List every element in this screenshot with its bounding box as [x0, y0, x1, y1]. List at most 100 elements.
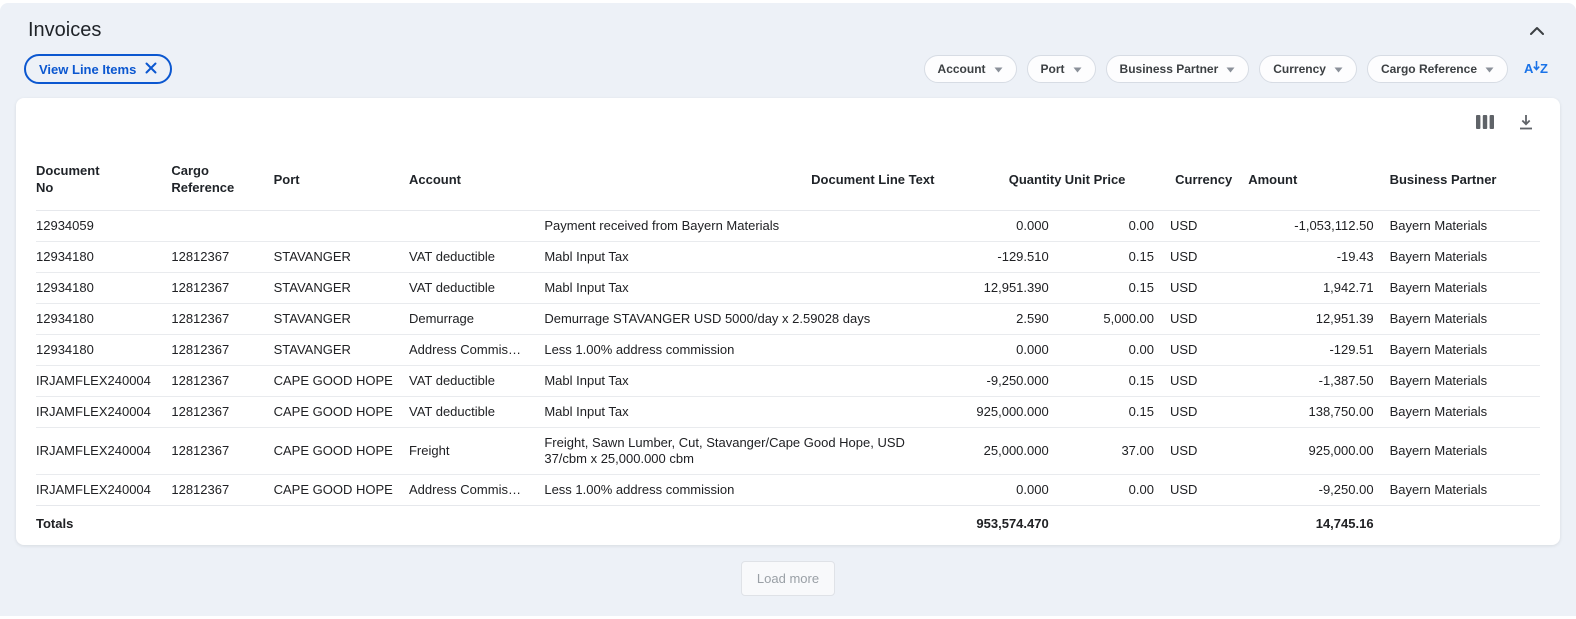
column-header: Unit Price — [1065, 148, 1170, 211]
cell-amount: -9,250.00 — [1248, 475, 1389, 506]
column-header-label: Currency — [1175, 172, 1232, 187]
cell-amount: 1,942.71 — [1248, 273, 1389, 304]
cell-amount: 138,750.00 — [1248, 397, 1389, 428]
svg-text:A: A — [1524, 61, 1534, 76]
page-title: Invoices — [28, 19, 101, 42]
cell-account: VAT deductible — [409, 397, 544, 428]
view-line-items-label: View Line Items — [39, 62, 136, 77]
cell-port: CAPE GOOD HOPE — [274, 366, 409, 397]
column-header: Port — [274, 148, 409, 211]
cell-business-partner: Bayern Materials — [1390, 366, 1540, 397]
column-header-label: Quantity — [1009, 171, 1049, 188]
column-header: Document Line Text — [544, 148, 950, 211]
column-header-label: Business Partner — [1390, 172, 1497, 187]
filter-chip-label: Cargo Reference — [1381, 62, 1477, 76]
cell-business-partner: Bayern Materials — [1390, 242, 1540, 273]
cell-business-partner: Bayern Materials — [1390, 428, 1540, 475]
table-row: IRJAMFLEX240004 12812367 CAPE GOOD HOPE … — [36, 428, 1540, 475]
cell-unit-price: 37.00 — [1065, 428, 1170, 475]
cell-document-line-text: Freight, Sawn Lumber, Cut, Stavanger/Cap… — [544, 428, 950, 475]
table-row: 12934180 12812367 STAVANGER Demurrage De… — [36, 304, 1540, 335]
cell-cargo-reference: 12812367 — [171, 335, 273, 366]
column-header: Business Partner — [1390, 148, 1540, 211]
invoices-panel: Invoices View Line Items Account — [0, 3, 1576, 616]
sort-button[interactable]: A Z — [1522, 56, 1552, 82]
cell-currency: USD — [1170, 397, 1248, 428]
cell-quantity: 2.590 — [950, 304, 1064, 335]
table-row: IRJAMFLEX240004 12812367 CAPE GOOD HOPE … — [36, 366, 1540, 397]
cell-business-partner: Bayern Materials — [1390, 335, 1540, 366]
load-more-button[interactable]: Load more — [741, 561, 835, 596]
column-header-label: Document No — [36, 162, 106, 196]
filter-chip-label: Business Partner — [1120, 62, 1219, 76]
column-header-label: Cargo Reference — [171, 163, 234, 195]
cell-port: CAPE GOOD HOPE — [274, 428, 409, 475]
cell-document-no: IRJAMFLEX240004 — [36, 366, 171, 397]
cell-cargo-reference: 12812367 — [171, 475, 273, 506]
filter-chip-label: Account — [938, 62, 986, 76]
cell-quantity: 0.000 — [950, 475, 1064, 506]
caret-down-icon — [1073, 62, 1082, 76]
column-header: Cargo Reference — [171, 148, 273, 211]
caret-down-icon — [1485, 62, 1494, 76]
column-header-label: Amount — [1248, 171, 1297, 188]
filter-chip[interactable]: Account — [924, 55, 1017, 83]
table-header: Document No Cargo Reference Port Account… — [36, 148, 1540, 211]
filter-chip[interactable]: Currency — [1259, 55, 1357, 83]
cell-unit-price: 0.15 — [1065, 273, 1170, 304]
cell-currency: USD — [1170, 335, 1248, 366]
table-footer: Totals 953,574.470 14,745.16 — [36, 506, 1540, 544]
cell-port: STAVANGER — [274, 304, 409, 335]
cell-document-line-text: Demurrage STAVANGER USD 5000/day x 2.590… — [544, 304, 950, 335]
cell-document-line-text: Mabl Input Tax — [544, 366, 950, 397]
cell-account: Demurrage — [409, 304, 544, 335]
cell-currency: USD — [1170, 242, 1248, 273]
cell-account — [409, 211, 544, 242]
sort-az-icon: A Z — [1524, 58, 1550, 80]
cell-port: CAPE GOOD HOPE — [274, 475, 409, 506]
download-button[interactable] — [1516, 112, 1536, 135]
cell-account: VAT deductible — [409, 273, 544, 304]
cell-account: Address Commis… — [409, 335, 544, 366]
view-line-items-chip[interactable]: View Line Items — [24, 54, 172, 84]
cell-port: CAPE GOOD HOPE — [274, 397, 409, 428]
totals-quantity: 953,574.470 — [950, 506, 1064, 544]
cell-cargo-reference: 12812367 — [171, 273, 273, 304]
cell-quantity: 0.000 — [950, 335, 1064, 366]
cell-unit-price: 0.00 — [1065, 335, 1170, 366]
totals-row: Totals 953,574.470 14,745.16 — [36, 506, 1540, 544]
collapse-button[interactable] — [1526, 19, 1548, 42]
table-row: 12934180 12812367 STAVANGER VAT deductib… — [36, 273, 1540, 304]
column-header-label: Account — [409, 172, 461, 187]
cell-document-no: 12934180 — [36, 242, 171, 273]
cell-unit-price: 5,000.00 — [1065, 304, 1170, 335]
cell-unit-price: 0.15 — [1065, 366, 1170, 397]
table-row: IRJAMFLEX240004 12812367 CAPE GOOD HOPE … — [36, 475, 1540, 506]
cell-document-no: 12934180 — [36, 304, 171, 335]
cell-port: STAVANGER — [274, 273, 409, 304]
cell-currency: USD — [1170, 366, 1248, 397]
column-header: Account — [409, 148, 544, 211]
cell-amount: 925,000.00 — [1248, 428, 1389, 475]
cell-amount: -1,053,112.50 — [1248, 211, 1389, 242]
download-icon — [1518, 114, 1534, 133]
columns-button[interactable] — [1474, 113, 1496, 134]
controls-row: View Line Items Account Port — [16, 54, 1560, 84]
cell-account: Address Commis… — [409, 475, 544, 506]
column-header: Currency — [1170, 148, 1248, 211]
cell-quantity: -129.510 — [950, 242, 1064, 273]
table-body: 12934059 Payment received from Bayern Ma… — [36, 211, 1540, 506]
close-icon[interactable] — [145, 62, 157, 77]
cell-amount: -129.51 — [1248, 335, 1389, 366]
filter-chip[interactable]: Business Partner — [1106, 55, 1250, 83]
cell-cargo-reference: 12812367 — [171, 428, 273, 475]
column-header-label: Document Line Text — [811, 172, 934, 187]
cell-document-no: 12934059 — [36, 211, 171, 242]
cell-unit-price: 0.15 — [1065, 397, 1170, 428]
cell-document-no: 12934180 — [36, 273, 171, 304]
filter-chip[interactable]: Port — [1027, 55, 1096, 83]
cell-unit-price: 0.15 — [1065, 242, 1170, 273]
cell-quantity: -9,250.000 — [950, 366, 1064, 397]
filter-chip[interactable]: Cargo Reference — [1367, 55, 1508, 83]
cell-port: STAVANGER — [274, 242, 409, 273]
